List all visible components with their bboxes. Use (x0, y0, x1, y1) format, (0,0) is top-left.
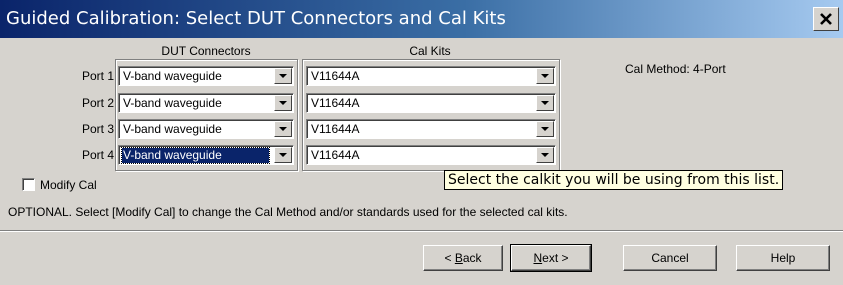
help-button[interactable]: Help (736, 245, 830, 271)
cal-kit-value: V11644A (311, 122, 360, 136)
back-button[interactable]: < Back (423, 245, 503, 271)
back-button-mnemonic: B (454, 251, 463, 265)
chevron-down-icon[interactable] (536, 68, 554, 84)
optional-note: OPTIONAL. Select [Modify Cal] to change … (8, 205, 568, 219)
next-button[interactable]: Next > (510, 244, 592, 272)
window-title: Guided Calibration: Select DUT Connector… (6, 8, 506, 29)
chevron-down-icon[interactable] (536, 147, 554, 163)
dut-connector-value: V-band waveguide (123, 122, 222, 136)
cal-kit-select[interactable]: V11644A (306, 145, 556, 165)
dut-connector-select[interactable]: V-band waveguide (118, 145, 294, 165)
dut-connector-value: V-band waveguide (123, 69, 222, 83)
cal-kits-header: Cal Kits (409, 44, 451, 58)
next-button-mnemonic: N (533, 251, 543, 265)
chevron-down-icon[interactable] (274, 121, 292, 137)
dut-connector-value: V-band waveguide (121, 147, 270, 164)
back-button-prefix: < (444, 251, 455, 265)
chevron-down-icon[interactable] (536, 121, 554, 137)
chevron-down-icon[interactable] (274, 68, 292, 84)
back-button-label: ack (462, 251, 482, 265)
port-label: Port 2 (81, 96, 114, 110)
cal-method-label: Cal Method: 4-Port (625, 62, 726, 76)
calkit-tooltip: Select the calkit you will be using from… (444, 170, 784, 190)
port-label: Port 4 (81, 148, 114, 162)
cal-kit-value: V11644A (311, 96, 360, 110)
next-button-suffix: > (558, 251, 569, 265)
dut-connector-value: V-band waveguide (123, 96, 222, 110)
modify-cal-label[interactable]: Modify Cal (40, 178, 97, 192)
chevron-down-icon[interactable] (274, 147, 292, 163)
dut-connector-select[interactable]: V-band waveguide (118, 119, 294, 139)
dut-connectors-header: DUT Connectors (161, 44, 251, 58)
chevron-down-icon[interactable] (274, 95, 292, 111)
cal-kit-select[interactable]: V11644A (306, 93, 556, 113)
cal-kit-select[interactable]: V11644A (306, 66, 556, 86)
close-icon (820, 13, 832, 25)
separator (0, 230, 843, 232)
modify-cal-checkbox[interactable] (22, 178, 35, 191)
close-button[interactable] (813, 7, 839, 31)
cal-kit-value: V11644A (311, 148, 360, 162)
cal-kit-select[interactable]: V11644A (306, 119, 556, 139)
cancel-button[interactable]: Cancel (623, 245, 717, 271)
help-button-label: Help (770, 251, 796, 265)
next-button-label: ext (542, 251, 559, 265)
cancel-button-label: Cancel (651, 251, 689, 265)
chevron-down-icon[interactable] (536, 95, 554, 111)
dut-connector-select[interactable]: V-band waveguide (118, 66, 294, 86)
dut-connector-select[interactable]: V-band waveguide (118, 93, 294, 113)
port-label: Port 1 (81, 69, 114, 83)
cal-kit-value: V11644A (311, 69, 360, 83)
title-bar: Guided Calibration: Select DUT Connector… (0, 0, 843, 38)
port-label: Port 3 (81, 122, 114, 136)
